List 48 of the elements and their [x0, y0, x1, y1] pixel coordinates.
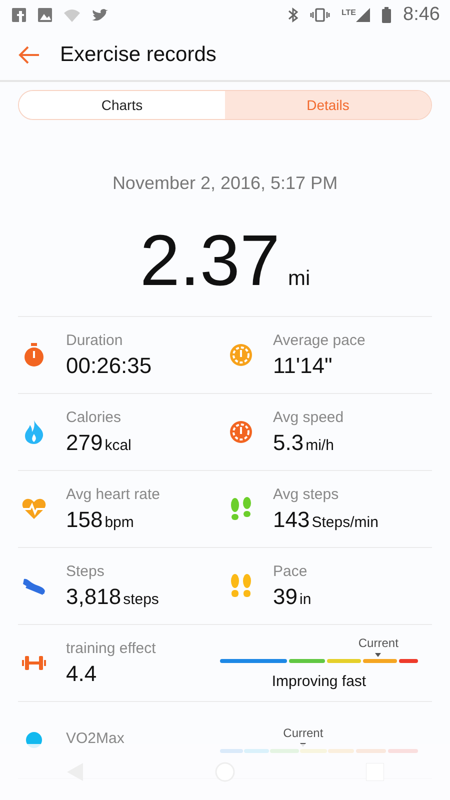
marker-pointer: [375, 652, 382, 656]
distance-value: 2.37: [140, 220, 280, 302]
metric-value: 279 kcal: [66, 430, 132, 456]
metric-value: 4.4: [66, 660, 98, 686]
footprints-icon: [230, 574, 252, 598]
gauge-caption: Improving fast: [270, 672, 368, 690]
bluetooth-icon: [288, 7, 298, 23]
network-label: LTE: [342, 8, 356, 17]
wifi-icon: [64, 8, 80, 22]
metric-value: 5.3 mi/h: [273, 430, 335, 456]
flame-icon: [24, 420, 44, 444]
workout-date: November 2, 2016, 5:17 PM: [111, 173, 339, 194]
metric-label: Avg speed: [273, 408, 344, 426]
metric-value: 143 Steps/min: [273, 506, 378, 532]
image-icon: [38, 8, 52, 22]
page-title: Exercise records: [60, 43, 216, 67]
marker-label: Current: [358, 636, 398, 648]
back-icon[interactable]: [18, 46, 40, 64]
battery-icon: [382, 7, 392, 23]
shoe-icon: [22, 577, 46, 595]
marker-label: Current: [283, 727, 324, 739]
footprints-icon: [230, 497, 252, 521]
metric-label: training effect: [66, 640, 156, 656]
metric-label: Duration: [66, 332, 124, 348]
distance-unit: mi: [288, 267, 310, 291]
bird-icon: [92, 8, 108, 22]
metric-value: 3,818steps: [66, 584, 159, 610]
metric-label: Average pace: [273, 332, 366, 348]
dumbbell-icon: [22, 655, 46, 671]
notification-icon: [12, 8, 26, 22]
speedometer-icon: [229, 421, 253, 443]
metric-value: 158 bpm: [66, 506, 135, 532]
metric-value: 11'14": [273, 352, 334, 378]
metric-value: 00:26:35: [66, 352, 152, 378]
metric-label: Avg steps: [273, 486, 340, 502]
metric-value: 39 in: [273, 584, 312, 610]
metric-label: Avg heart rate: [66, 486, 160, 502]
metric-label: Steps: [66, 562, 106, 580]
clock: 8:46: [403, 4, 440, 26]
stopwatch-icon: [23, 343, 45, 367]
speedometer-icon: [229, 344, 253, 366]
metric-label: Pace: [273, 562, 308, 580]
vibrate-icon: [310, 8, 330, 22]
metric-label: VO2Max: [66, 730, 124, 746]
heart-rate-icon: [22, 498, 46, 520]
signal-icon: [356, 8, 370, 22]
metric-label: Calories: [66, 408, 122, 426]
tab[interactable]: Charts: [19, 91, 225, 119]
